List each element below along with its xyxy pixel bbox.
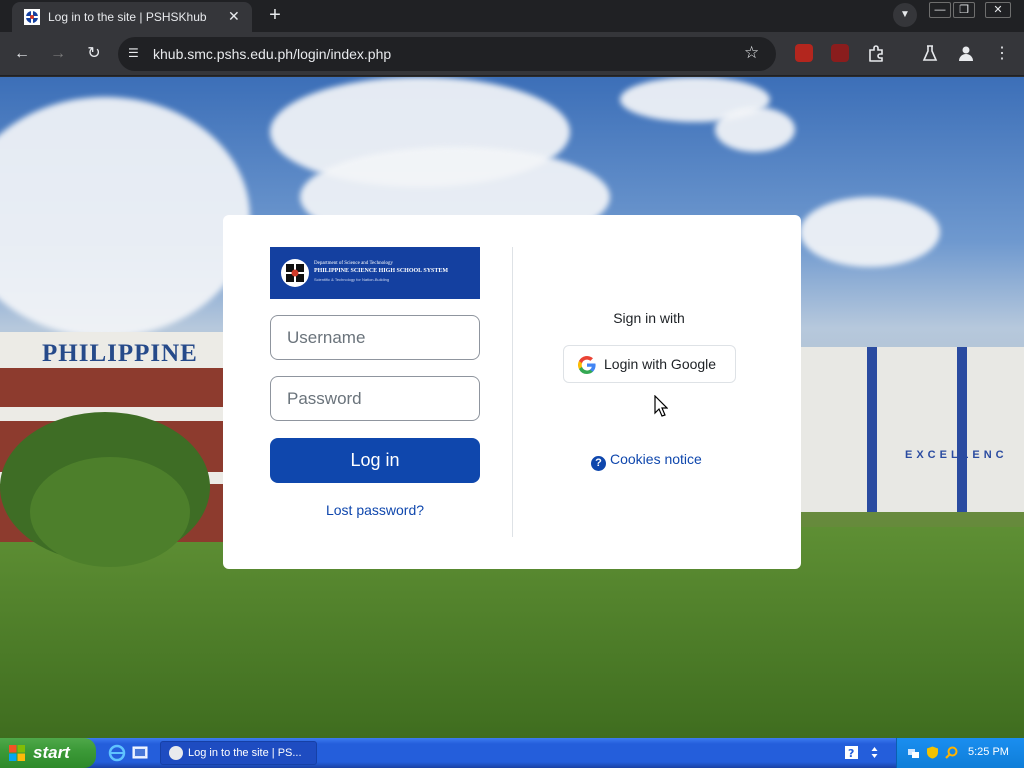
address-bar[interactable]: ☰ khub.smc.pshs.edu.ph/login/index.php ☆ — [118, 37, 776, 71]
logo-line-1: Department of Science and Technology — [314, 261, 393, 266]
browser-tab[interactable]: Log in to the site | PSHSKhub ✕ — [12, 2, 252, 32]
extensions-puzzle-icon[interactable] — [867, 44, 885, 62]
forward-button[interactable]: → — [46, 42, 70, 66]
tab-title: Log in to the site | PSHSKhub — [48, 10, 207, 24]
sign-in-with-label: Sign in with — [613, 310, 685, 326]
page-viewport: PHILIPPINE EXCELLENC Department of Scien… — [0, 77, 1024, 738]
right-building-sign: EXCELLENC — [905, 449, 1008, 461]
cookies-notice-label: Cookies notice — [610, 451, 702, 467]
taskbar: start Log in to the site | PS... ? 5:25 … — [0, 738, 1024, 768]
browser-menu-icon[interactable]: ⋮ — [990, 42, 1014, 66]
username-input[interactable] — [270, 315, 480, 360]
logo-line-2: PHILIPPINE SCIENCE HIGH SCHOOL SYSTEM — [314, 268, 449, 274]
search-icon[interactable] — [945, 746, 958, 759]
svg-text:?: ? — [848, 747, 854, 759]
start-label: start — [33, 743, 70, 762]
bookmark-star-icon[interactable]: ☆ — [744, 43, 759, 63]
pshs-seal-icon — [281, 259, 309, 287]
labs-flask-icon[interactable] — [921, 44, 939, 62]
cookies-notice-link[interactable]: ? Cookies notice — [591, 451, 702, 471]
extension-red-icon[interactable] — [831, 44, 849, 62]
google-button-label: Login with Google — [604, 356, 717, 372]
profile-avatar-icon[interactable] — [957, 44, 975, 62]
show-desktop-icon[interactable] — [131, 744, 149, 762]
tray-arrows-icon[interactable] — [868, 746, 881, 759]
url-text[interactable]: khub.smc.pshs.edu.ph/login/index.php — [153, 46, 391, 62]
close-window-button[interactable]: ✕ — [985, 2, 1011, 18]
tab-search-button[interactable]: ▼ — [893, 3, 917, 27]
minimize-button[interactable]: — — [929, 2, 951, 18]
google-g-icon — [578, 356, 596, 374]
site-info-icon[interactable]: ☰ — [128, 46, 144, 62]
start-button[interactable]: start — [0, 738, 96, 768]
login-card: Department of Science and Technology PHI… — [223, 215, 801, 569]
logo-line-3: Scientific & Technology for Nation-Build… — [314, 277, 390, 282]
system-tray: 5:25 PM — [896, 738, 1024, 768]
cloud — [800, 197, 940, 267]
lost-password-link[interactable]: Lost password? — [270, 502, 480, 518]
windows-flag-icon — [9, 745, 25, 761]
pshs-logo: Department of Science and Technology PHI… — [270, 247, 480, 299]
tree — [30, 457, 190, 567]
password-input[interactable] — [270, 376, 480, 421]
site-favicon-icon — [24, 9, 40, 25]
question-circle-icon: ? — [591, 456, 606, 471]
browser-toolbar: ← → ↻ ☰ khub.smc.pshs.edu.ph/login/index… — [0, 32, 1024, 76]
building-column — [957, 347, 967, 512]
back-button[interactable]: ← — [10, 42, 34, 66]
security-shield-icon[interactable] — [926, 746, 939, 759]
right-building: EXCELLENC — [795, 347, 1024, 512]
mouse-cursor-icon — [654, 395, 668, 417]
browser-tab-strip: Log in to the site | PSHSKhub ✕ + ▼ — ❐ … — [0, 0, 1024, 32]
taskbar-item-label: Log in to the site | PS... — [188, 747, 302, 759]
left-building-sign: PHILIPPINE — [42, 340, 198, 367]
cloud — [0, 97, 250, 337]
taskbar-clock: 5:25 PM — [968, 746, 1009, 758]
network-icon[interactable] — [907, 746, 920, 759]
building-column — [867, 347, 877, 512]
new-tab-button[interactable]: + — [264, 4, 286, 26]
cloud — [715, 107, 795, 152]
help-icon[interactable]: ? — [845, 746, 858, 759]
close-tab-icon[interactable]: ✕ — [228, 8, 240, 25]
restore-button[interactable]: ❐ — [953, 2, 975, 18]
chrome-icon — [169, 746, 183, 760]
internet-explorer-icon[interactable] — [108, 744, 126, 762]
login-with-google-button[interactable]: Login with Google — [563, 345, 736, 383]
reload-button[interactable]: ↻ — [82, 42, 106, 66]
login-button[interactable]: Log in — [270, 438, 480, 483]
vertical-divider — [512, 247, 513, 537]
taskbar-chrome-window[interactable]: Log in to the site | PS... — [160, 741, 317, 765]
ublock-extension-icon[interactable] — [795, 44, 813, 62]
